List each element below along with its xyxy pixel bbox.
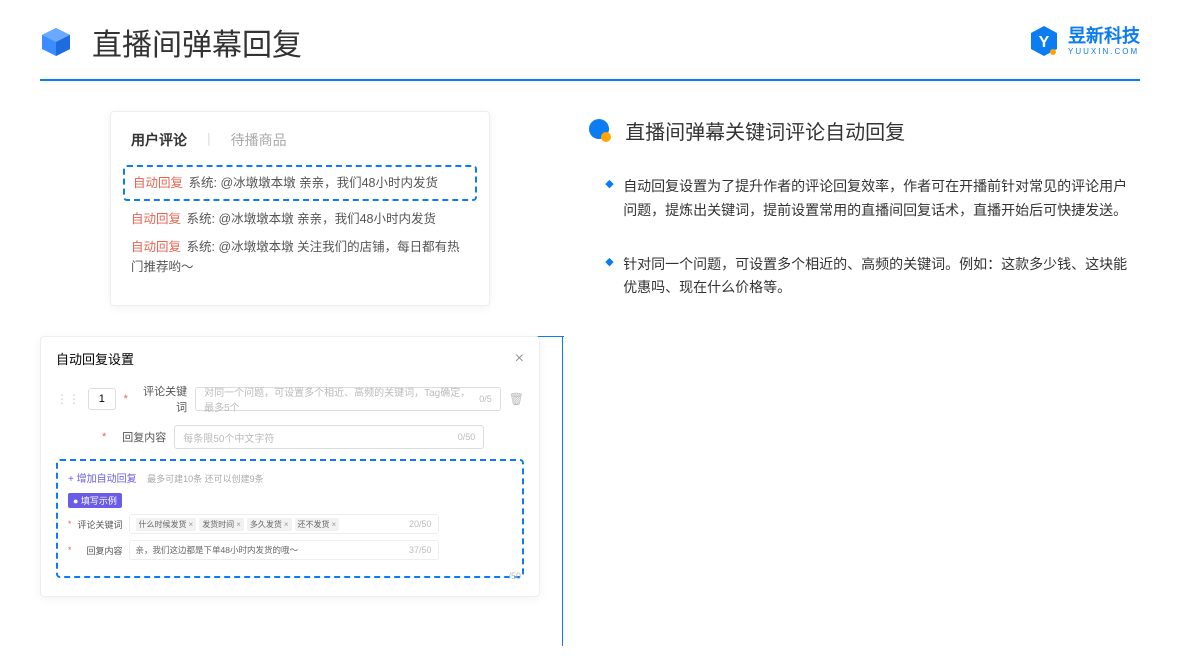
required-icon: * — [102, 431, 106, 443]
brand: Y 昱新科技 YUUXIN.COM — [1028, 25, 1140, 57]
chips: 什么时候发货 发货时间 多久发货 还不发货 — [136, 518, 340, 531]
comment-row: 自动回复 系统: @冰墩墩本墩 关注我们的店铺，每日都有热门推荐哟～ — [131, 237, 469, 277]
left-column: 用户评论 | 待播商品 自动回复 系统: @冰墩墩本墩 亲亲，我们48小时内发货… — [40, 111, 555, 330]
drag-handle-icon[interactable]: ⋮⋮ — [56, 392, 80, 406]
svg-text:Y: Y — [1039, 34, 1050, 51]
chip[interactable]: 多久发货 — [247, 518, 292, 531]
index-box: 1 — [88, 388, 116, 410]
ex-keyword-label: 评论关键词 — [78, 518, 123, 531]
section-title: 直播间弹幕关键词评论自动回复 — [625, 116, 905, 145]
chip[interactable]: 发货时间 — [199, 518, 244, 531]
required-icon: * — [68, 519, 72, 529]
tab-user-comments[interactable]: 用户评论 — [131, 130, 187, 150]
header: 直播间弹幕回复 — [0, 0, 1180, 64]
content-input[interactable]: 每条限50个中文字符 0/50 — [174, 425, 484, 449]
brand-icon: Y — [1028, 25, 1060, 57]
comment-text: 系统: @冰墩墩本墩 亲亲，我们48小时内发货 — [189, 176, 439, 190]
required-icon: * — [124, 393, 128, 405]
outside-count: /50 — [508, 571, 521, 581]
tab-separator: | — [207, 130, 211, 150]
comment-row: 自动回复 系统: @冰墩墩本墩 亲亲，我们48小时内发货 — [131, 209, 469, 229]
brand-name: 昱新科技 — [1068, 26, 1140, 46]
close-icon[interactable]: × — [515, 350, 524, 368]
bullet-item: 自动回复设置为了提升作者的评论回复效率，作者可在开播前针对常见的评论用户问题，提… — [605, 175, 1140, 223]
cube-icon — [40, 26, 72, 58]
delete-icon[interactable]: 🗑 — [509, 392, 524, 406]
right-column: 直播间弹幕关键词评论自动回复 自动回复设置为了提升作者的评论回复效率，作者可在开… — [585, 111, 1140, 330]
add-hint: 最多可建10条 还可以创建9条 — [147, 474, 264, 484]
page-title: 直播间弹幕回复 — [92, 20, 302, 64]
ex-content-input[interactable]: 亲，我们这边都是下单48小时内发货的哦～ 37/50 — [129, 540, 439, 560]
auto-reply-tag: 自动回复 — [131, 212, 181, 226]
comments-panel: 用户评论 | 待播商品 自动回复 系统: @冰墩墩本墩 亲亲，我们48小时内发货… — [110, 111, 490, 306]
auto-reply-tag: 自动回复 — [133, 176, 183, 190]
required-icon: * — [68, 545, 72, 555]
content-label: 回复内容 — [114, 429, 166, 445]
chat-bubble-icon — [585, 117, 613, 145]
example-tag: ● 填写示例 — [68, 493, 122, 508]
ex-keyword-input[interactable]: 什么时候发货 发货时间 多久发货 还不发货 20/50 — [129, 514, 439, 534]
tab-pending-products[interactable]: 待播商品 — [231, 130, 287, 150]
keyword-input[interactable]: 对同一个问题，可设置多个相近、高频的关键词，Tag确定，最多5个 0/5 — [195, 387, 501, 411]
settings-title: 自动回复设置 — [56, 349, 134, 368]
comment-row: 自动回复 系统: @冰墩墩本墩 亲亲，我们48小时内发货 — [123, 165, 477, 201]
chip[interactable]: 还不发货 — [295, 518, 340, 531]
example-box: + 增加自动回复 最多可建10条 还可以创建9条 ● 填写示例 * 评论关键词 … — [56, 459, 524, 578]
keyword-label: 评论关键词 — [136, 383, 187, 415]
add-reply-link[interactable]: + 增加自动回复 — [68, 474, 137, 485]
auto-reply-tag: 自动回复 — [131, 240, 181, 254]
settings-panel: 自动回复设置 × ⋮⋮ 1 * 评论关键词 对同一个问题，可设置多个相近、高频的… — [40, 336, 540, 597]
chip[interactable]: 什么时候发货 — [136, 518, 197, 531]
connector-line — [562, 336, 563, 646]
ex-content-label: 回复内容 — [78, 544, 123, 557]
comment-text: 系统: @冰墩墩本墩 亲亲，我们48小时内发货 — [187, 212, 437, 226]
bullet-item: 针对同一个问题，可设置多个相近的、高频的关键词。例如：这款多少钱、这块能优惠吗、… — [605, 253, 1140, 301]
brand-sub: YUUXIN.COM — [1068, 47, 1140, 56]
tabs: 用户评论 | 待播商品 — [131, 130, 469, 150]
